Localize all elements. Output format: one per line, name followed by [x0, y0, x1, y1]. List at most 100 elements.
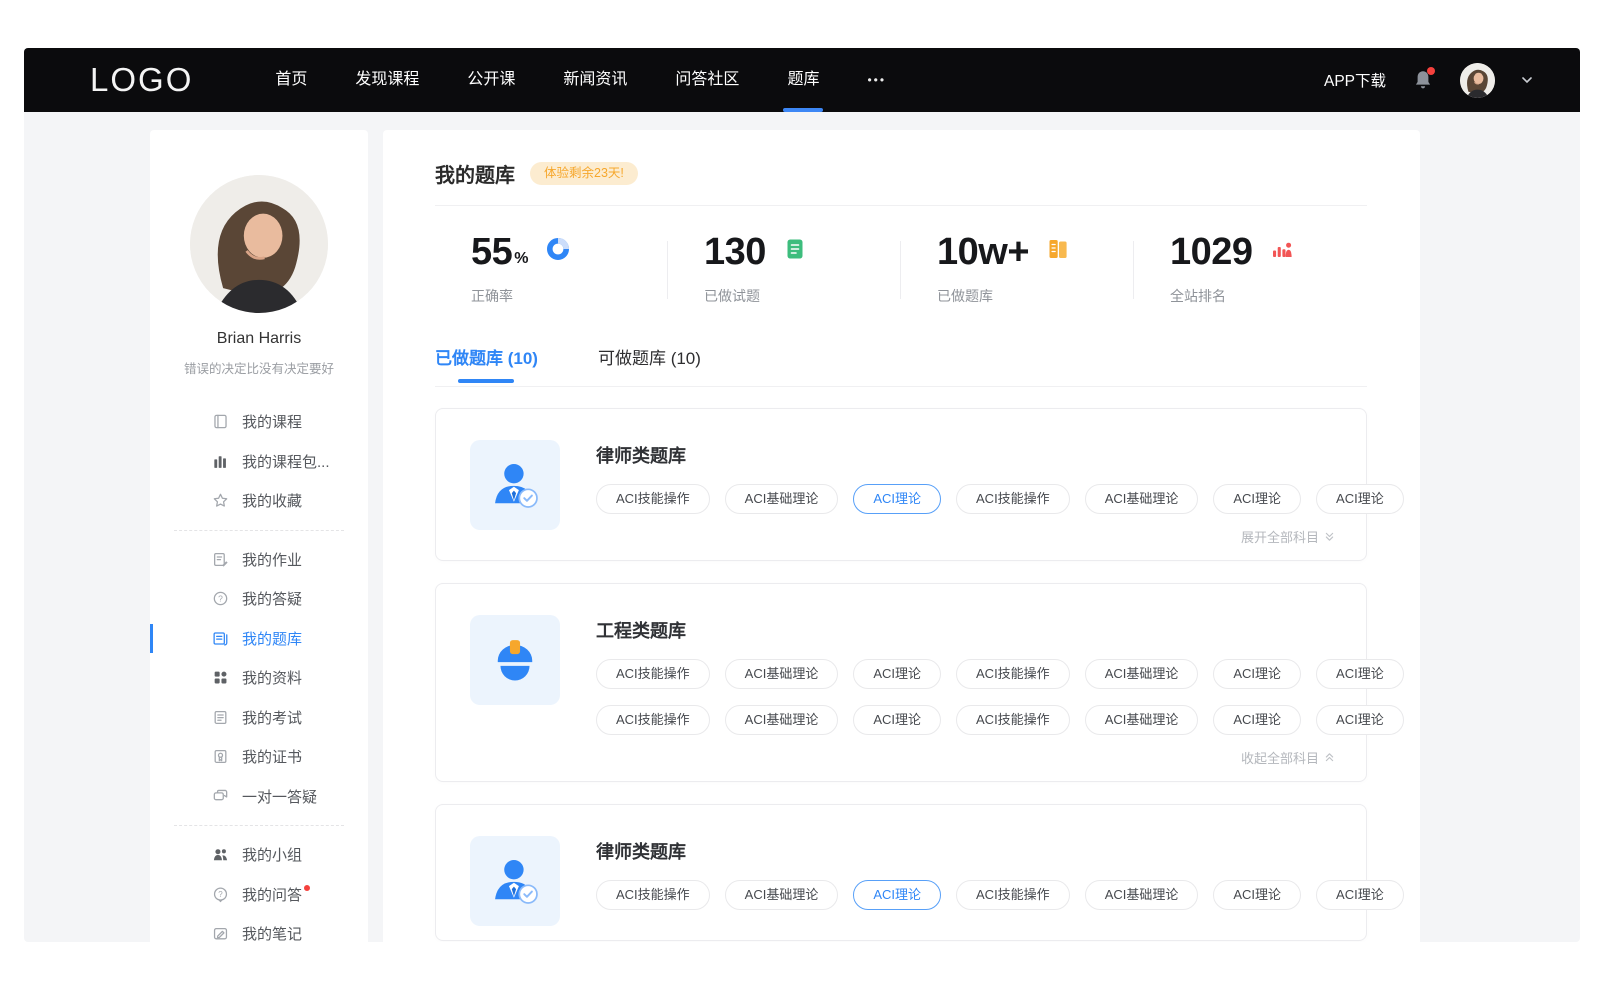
bank-card-title[interactable]: 律师类题库: [596, 838, 1335, 864]
book-icon: [212, 413, 229, 430]
sidebar-item[interactable]: 我的证书: [150, 737, 368, 777]
bank-card-body: 律师类题库 ACI技能操作 ACI基础理论 ACI理论 ACI技能操作 ACI基础理论 AC…: [596, 440, 1335, 546]
sidebar-item[interactable]: ?我的问答: [150, 875, 368, 915]
trial-badge: 体验剩余23天!: [530, 162, 638, 185]
bank-card-title[interactable]: 工程类题库: [596, 617, 1335, 643]
toggle-subjects-link[interactable]: 展开全部科目: [596, 527, 1335, 546]
group-icon: [212, 846, 229, 863]
subject-tag[interactable]: ACI基础理论: [1085, 880, 1199, 910]
star-icon: [212, 492, 229, 509]
bank-card-title[interactable]: 律师类题库: [596, 442, 1335, 468]
subject-tag[interactable]: ACI技能操作: [956, 484, 1070, 514]
subject-tag[interactable]: ACI理论: [1213, 880, 1301, 910]
stat-number-row: 1029: [1170, 233, 1367, 272]
notification-bell-icon[interactable]: [1411, 68, 1435, 92]
bank-card: 工程类题库 ACI技能操作 ACI基础理论 ACI理论 ACI技能操作 ACI基础理论 AC…: [435, 583, 1367, 782]
subject-tag[interactable]: ACI基础理论: [1085, 484, 1199, 514]
books-icon: [1046, 237, 1070, 261]
subject-tag[interactable]: ACI基础理论: [725, 484, 839, 514]
sidebar-item[interactable]: 我的考试: [150, 698, 368, 738]
subject-tag[interactable]: ACI基础理论: [1085, 659, 1199, 689]
nav-item[interactable]: 题库: [763, 48, 843, 112]
stat-value: 55: [471, 233, 512, 272]
unread-dot: [304, 885, 310, 891]
menu-divider: [174, 825, 344, 826]
stat-item: 1029全站排名: [1134, 233, 1367, 306]
sidebar-item-label: 我的答疑: [242, 588, 302, 609]
subject-tag[interactable]: ACI技能操作: [956, 659, 1070, 689]
sidebar-item[interactable]: 我的小组: [150, 835, 368, 875]
subject-tag[interactable]: ACI技能操作: [596, 705, 710, 735]
nav-item-more[interactable]: •••: [843, 48, 910, 112]
sidebar-item[interactable]: 我的笔记: [150, 914, 368, 942]
subject-tag[interactable]: ACI理论: [1316, 705, 1404, 735]
lawyer-icon: [470, 836, 560, 926]
paper-icon: [783, 237, 807, 261]
stat-label: 已做试题: [704, 286, 901, 306]
subject-tag[interactable]: ACI技能操作: [956, 705, 1070, 735]
sidebar-item[interactable]: 一对一答疑: [150, 777, 368, 817]
nav-item[interactable]: 问答社区: [651, 48, 763, 112]
stat-number-row: 10w+: [937, 233, 1134, 272]
stat-suffix: %: [514, 250, 528, 268]
subject-tag[interactable]: ACI基础理论: [725, 659, 839, 689]
subject-tag[interactable]: ACI理论: [1316, 659, 1404, 689]
sidebar-item[interactable]: 我的作业: [150, 540, 368, 580]
nav-item[interactable]: 公开课: [443, 48, 539, 112]
subject-tag[interactable]: ACI技能操作: [956, 880, 1070, 910]
sidebar-item-label: 我的小组: [242, 844, 302, 865]
tab[interactable]: 可做题库 (10): [598, 344, 701, 386]
subject-tag[interactable]: ACI理论: [1316, 880, 1404, 910]
bars-icon: [212, 453, 229, 470]
profile-motto: 错误的决定比没有决定要好: [150, 358, 368, 377]
stat-label: 正确率: [471, 286, 668, 306]
subject-tag[interactable]: ACI理论: [853, 880, 941, 910]
bank-card: 律师类题库 ACI技能操作 ACI基础理论 ACI理论 ACI技能操作 ACI基础理论 AC…: [435, 804, 1367, 941]
nav-item[interactable]: 发现课程: [331, 48, 443, 112]
stat-number-row: 130: [704, 233, 901, 272]
sidebar-item[interactable]: 我的课程包...: [150, 442, 368, 482]
stat-value-wrap: 130: [704, 233, 766, 272]
title-divider: [435, 205, 1367, 206]
subject-tag[interactable]: ACI理论: [1213, 705, 1301, 735]
subject-tag[interactable]: ACI理论: [1316, 484, 1404, 514]
tab[interactable]: 已做题库 (10): [435, 344, 538, 386]
app-download-link[interactable]: APP下载: [1324, 69, 1386, 91]
subject-tag[interactable]: ACI理论: [1213, 484, 1301, 514]
subject-tag[interactable]: ACI基础理论: [725, 705, 839, 735]
user-avatar[interactable]: [1460, 63, 1495, 98]
sidebar-item[interactable]: 我的课程: [150, 402, 368, 442]
chevron-down-icon[interactable]: [1520, 73, 1534, 87]
toggle-subjects-link[interactable]: 收起全部科目: [596, 748, 1335, 767]
subject-tag[interactable]: ACI基础理论: [725, 880, 839, 910]
subject-tag-row: ACI技能操作ACI基础理论ACI理论ACI技能操作ACI基础理论ACI理论AC…: [596, 705, 1335, 735]
subject-tag[interactable]: ACI基础理论: [1085, 705, 1199, 735]
ranking-icon: [1270, 237, 1294, 261]
app-frame: LOGO 首页发现课程公开课新闻资讯问答社区题库••• APP下载 Brian …: [24, 48, 1580, 942]
page-title-row: 我的题库 体验剩余23天!: [435, 130, 1367, 188]
subject-tag[interactable]: ACI理论: [853, 659, 941, 689]
top-navigation-bar: LOGO 首页发现课程公开课新闻资讯问答社区题库••• APP下载: [24, 48, 1580, 112]
sidebar-item-label: 我的考试: [242, 707, 302, 728]
subject-tag[interactable]: ACI理论: [853, 705, 941, 735]
stat-value-wrap: 10w+: [937, 233, 1029, 272]
profile-avatar: [190, 175, 328, 313]
subject-tag[interactable]: ACI理论: [853, 484, 941, 514]
nav-item[interactable]: 首页: [251, 48, 331, 112]
subject-tag[interactable]: ACI技能操作: [596, 880, 710, 910]
sidebar-menu: 我的课程我的课程包...我的收藏我的作业?我的答疑我的题库我的资料我的考试我的证…: [150, 402, 368, 942]
sidebar-item[interactable]: ?我的答疑: [150, 579, 368, 619]
sidebar-item[interactable]: 我的资料: [150, 658, 368, 698]
subject-tag[interactable]: ACI技能操作: [596, 484, 710, 514]
note-icon: [212, 925, 229, 942]
stat-value: 1029: [1170, 233, 1253, 272]
sidebar-item[interactable]: 我的题库: [150, 619, 368, 659]
nav-item[interactable]: 新闻资讯: [539, 48, 651, 112]
sidebar-item[interactable]: 我的收藏: [150, 481, 368, 521]
logo[interactable]: LOGO: [90, 61, 193, 99]
subject-tag[interactable]: ACI理论: [1213, 659, 1301, 689]
stat-value-wrap: 55%: [471, 233, 529, 272]
subject-tag-row: ACI技能操作ACI基础理论ACI理论ACI技能操作ACI基础理论ACI理论AC…: [596, 484, 1335, 514]
subject-tag[interactable]: ACI技能操作: [596, 659, 710, 689]
subject-tag-row: ACI技能操作ACI基础理论ACI理论ACI技能操作ACI基础理论ACI理论AC…: [596, 659, 1335, 689]
